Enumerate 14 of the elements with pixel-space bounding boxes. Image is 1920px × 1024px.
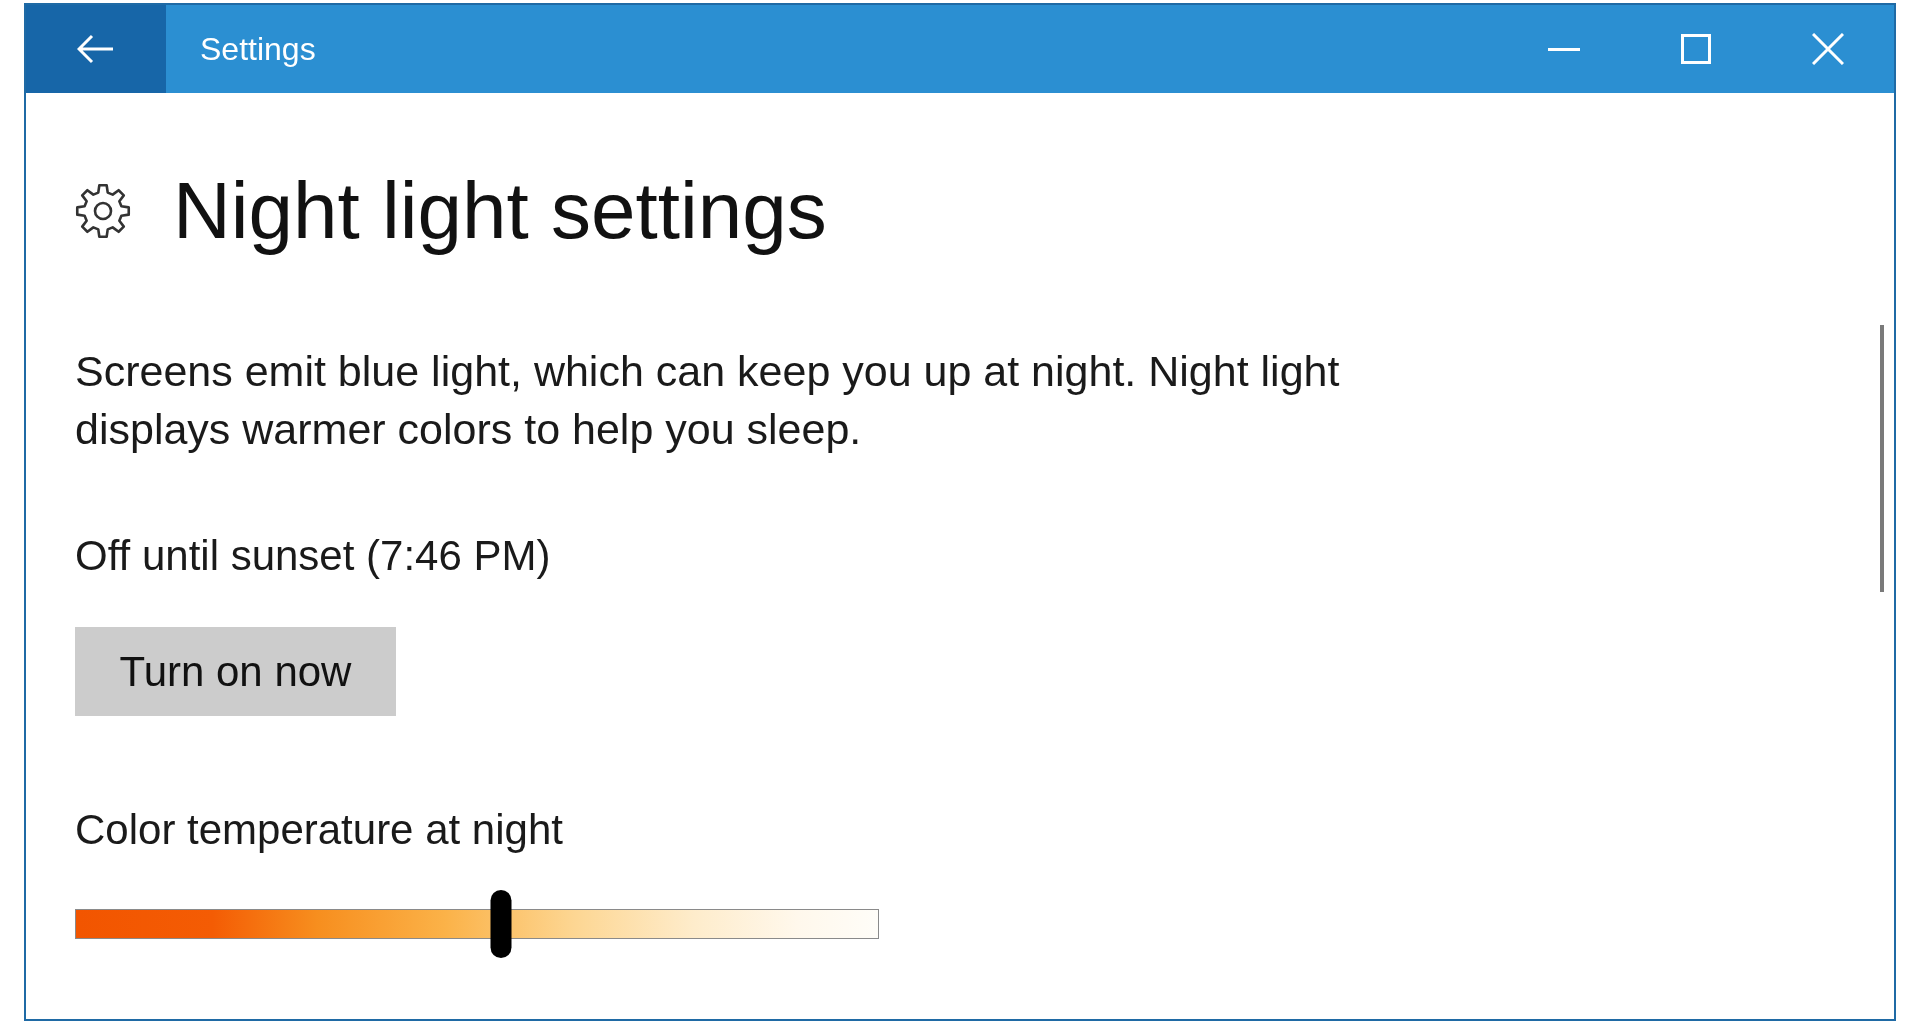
gear-icon: [75, 183, 131, 239]
close-icon: [1812, 33, 1844, 65]
description-text: Screens emit blue light, which can keep you up at night. Night light displays warmer colors to help you sleep.: [75, 346, 1341, 455]
window-title: Settings: [200, 30, 317, 68]
slider-label: Color temperature at night: [75, 805, 563, 855]
slider-thumb[interactable]: [490, 890, 512, 958]
back-button[interactable]: [26, 5, 166, 93]
minimize-icon: [1548, 47, 1580, 51]
status-text: Off until sunset (7:46 PM): [75, 531, 551, 581]
turn-on-now-button[interactable]: Turn on now: [75, 627, 396, 716]
scrollbar[interactable]: [1880, 325, 1884, 592]
page-heading: Night light settings: [173, 165, 827, 257]
back-arrow-icon: [77, 34, 115, 64]
maximize-icon: [1681, 34, 1711, 64]
